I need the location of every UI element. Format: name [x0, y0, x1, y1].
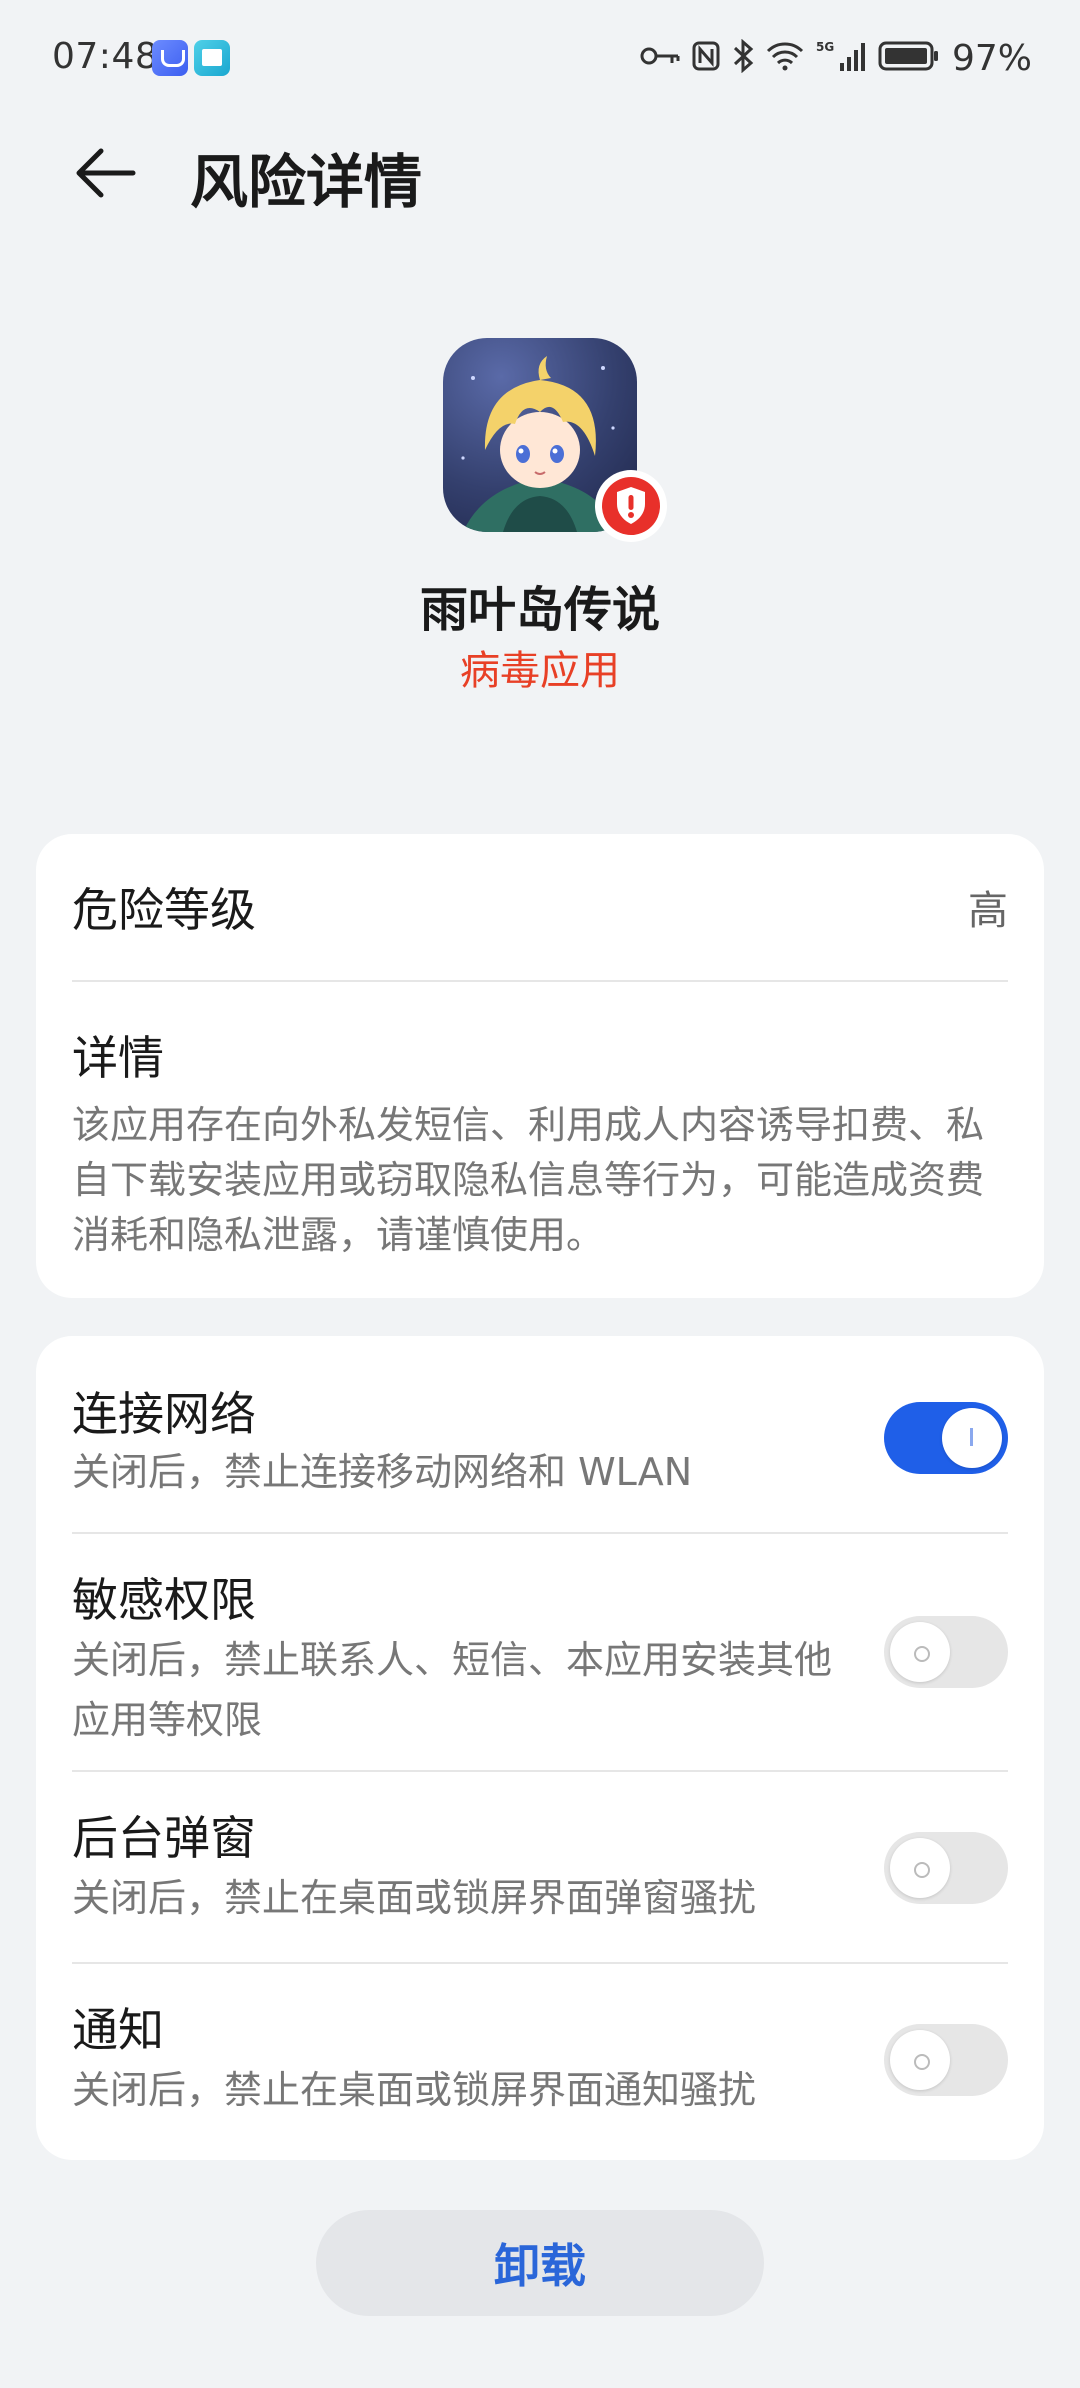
- details-text: 该应用存在向外私发短信、利用成人内容诱导扣费、私自下载安装应用或窃取隐私信息等行…: [72, 1103, 985, 1257]
- app-summary-icon: [443, 338, 667, 542]
- risk-level-label: 危险等级: [72, 883, 256, 937]
- shield-alert-icon: [595, 470, 667, 542]
- permission-desc: 关闭后，禁止联系人、短信、本应用安装其他应用等权限: [72, 1638, 833, 1742]
- app-risk-type: 病毒应用: [460, 648, 620, 694]
- permission-row-network: 连接网络 关闭后，禁止连接移动网络和 WLAN: [72, 1336, 1008, 1534]
- risk-info-card: 危险等级 高 详情 该应用存在向外私发短信、利用成人内容诱导扣费、私自下载安装应…: [36, 834, 1044, 1298]
- permission-desc: 关闭后，禁止在桌面或锁屏界面通知骚扰: [72, 2068, 757, 2112]
- risk-details: 详情 该应用存在向外私发短信、利用成人内容诱导扣费、私自下载安装应用或窃取隐私信…: [72, 1022, 1008, 1263]
- bluetooth-icon: [732, 38, 754, 77]
- status-icons: 5G 97%: [640, 36, 1032, 80]
- permission-row-popup: 后台弹窗 关闭后，禁止在桌面或锁屏界面弹窗骚扰: [72, 1772, 1008, 1964]
- notification-app-icon: [152, 40, 188, 76]
- page-title: 风险详情: [190, 148, 423, 216]
- arrow-left-icon: [73, 141, 137, 209]
- status-time: 07:48: [52, 36, 159, 77]
- permission-row-notification: 通知 关闭后，禁止在桌面或锁屏界面通知骚扰: [72, 1964, 1008, 2160]
- toggle-knob: [890, 2030, 950, 2090]
- toggle-sensitive-permissions[interactable]: [884, 1616, 1008, 1688]
- permission-title: 连接网络: [72, 1387, 256, 1441]
- notification-book-icon: [194, 40, 230, 76]
- toggle-knob: [890, 1838, 950, 1898]
- key-icon: [640, 44, 680, 72]
- permissions-card: 连接网络 关闭后，禁止连接移动网络和 WLAN 敏感权限 关闭后，禁止联系人、短…: [36, 1336, 1044, 2160]
- status-bar: 07:48 5G 97%: [0, 0, 1080, 120]
- 5g-signal-icon: 5G: [816, 39, 866, 77]
- permission-title: 通知: [72, 2003, 164, 2057]
- permission-title: 敏感权限: [72, 1573, 256, 1627]
- svg-text:5G: 5G: [816, 40, 834, 54]
- permission-desc: 关闭后，禁止在桌面或锁屏界面弹窗骚扰: [72, 1876, 757, 1920]
- toggle-network[interactable]: [884, 1402, 1008, 1474]
- risk-level-row: 危险等级 高: [72, 834, 1008, 982]
- wifi-icon: [766, 41, 804, 75]
- permission-row-sensitive: 敏感权限 关闭后，禁止联系人、短信、本应用安装其他应用等权限: [72, 1534, 1008, 1772]
- nfc-icon: [692, 41, 720, 75]
- toggle-knob: [890, 1622, 950, 1682]
- uninstall-button[interactable]: 卸载: [316, 2210, 764, 2316]
- battery-percent: 97%: [951, 37, 1032, 79]
- permission-title: 后台弹窗: [72, 1811, 256, 1865]
- app-name: 雨叶岛传说: [419, 582, 660, 638]
- back-button[interactable]: [60, 130, 150, 220]
- risk-level-value: 高: [968, 888, 1008, 934]
- battery-icon: [878, 40, 940, 76]
- toggle-notification[interactable]: [884, 2024, 1008, 2096]
- details-title: 详情: [72, 1031, 164, 1085]
- permission-desc: 关闭后，禁止连接移动网络和 WLAN: [72, 1450, 693, 1494]
- toggle-background-popup[interactable]: [884, 1832, 1008, 1904]
- toggle-knob: [942, 1408, 1002, 1468]
